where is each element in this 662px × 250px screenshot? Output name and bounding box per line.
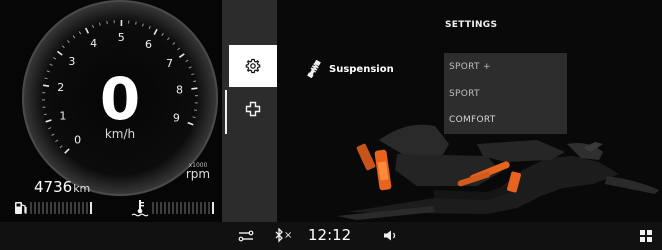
mode-option-sport-plus[interactable]: SPORT + <box>449 54 564 80</box>
mode-option-comfort[interactable]: COMFORT <box>449 107 564 133</box>
rpm-unit-label: rpm <box>185 167 211 181</box>
level-segment <box>70 202 72 214</box>
dial-minor-tick <box>44 77 48 80</box>
settings-panel: SETTINGS Suspension SPORT + SPORT COMFOR… <box>277 0 662 222</box>
dial-major-tick <box>191 87 198 90</box>
instrument-cluster: 0123456789 0 km/h x1000 rpm 4736km <box>0 0 222 222</box>
dial-number-7: 7 <box>166 57 173 70</box>
dial-number-5: 5 <box>118 31 125 44</box>
level-segment <box>66 202 68 214</box>
level-segment <box>156 202 158 214</box>
menu-item-settings[interactable] <box>229 45 277 87</box>
dial-number-8: 8 <box>176 84 183 97</box>
bluetooth-icon[interactable] <box>275 228 284 243</box>
apps-grid-icon[interactable] <box>640 230 652 242</box>
dial-number-1: 1 <box>59 109 66 122</box>
side-menu <box>222 0 277 222</box>
coolant-temperature-icon <box>131 200 149 217</box>
level-segment <box>62 202 64 214</box>
level-segment <box>184 202 186 214</box>
menu-scroll-indicator <box>225 90 227 134</box>
level-segment <box>54 202 56 214</box>
level-segment <box>50 202 52 214</box>
coolant-level-bar <box>152 202 214 214</box>
dial-number-4: 4 <box>90 37 97 50</box>
dial-minor-tick <box>43 113 47 116</box>
odometer-unit: km <box>73 182 91 195</box>
suspension-setting[interactable]: Suspension <box>307 60 394 78</box>
gear-icon <box>245 58 261 74</box>
level-segment <box>164 202 166 214</box>
level-segment <box>152 202 154 214</box>
fuel-pump-icon <box>15 202 27 214</box>
status-bar: × 12:12 <box>0 222 662 250</box>
level-segment <box>176 202 178 214</box>
volume-icon[interactable] <box>383 229 399 242</box>
connection-status-icon[interactable] <box>238 230 254 242</box>
dial-minor-tick <box>135 21 137 25</box>
shock-absorber-icon <box>307 60 321 78</box>
dial-major-tick <box>42 84 50 87</box>
level-segment <box>172 202 174 214</box>
menu-item-add[interactable] <box>229 89 277 129</box>
dial-number-9: 9 <box>173 112 180 125</box>
level-segment <box>78 202 80 214</box>
dial-minor-tick <box>106 21 108 25</box>
level-segment <box>160 202 162 214</box>
suspension-label: Suspension <box>329 63 394 75</box>
suspension-mode-dropdown: SPORT + SPORT COMFORT <box>444 53 567 134</box>
mode-option-sport[interactable]: SPORT <box>449 81 564 107</box>
plus-outline-icon <box>245 101 261 117</box>
speed-readout: 0 <box>99 65 141 133</box>
dial-minor-tick <box>193 80 197 83</box>
level-segment <box>86 202 88 214</box>
level-segment <box>208 202 210 214</box>
level-segment <box>46 202 48 214</box>
dial-number-6: 6 <box>145 38 152 51</box>
dial-number-0: 0 <box>74 133 81 146</box>
level-segment <box>200 202 202 214</box>
level-end-marker <box>90 202 92 214</box>
level-segment <box>58 202 60 214</box>
dial-number-2: 2 <box>57 81 64 94</box>
level-segment <box>34 202 36 214</box>
level-segment <box>42 202 44 214</box>
level-segment <box>204 202 206 214</box>
odometer-value: 4736 <box>34 178 73 196</box>
dial-minor-tick <box>194 109 198 111</box>
level-segment <box>30 202 32 214</box>
bluetooth-disconnected-mark: × <box>284 230 293 241</box>
level-segment <box>82 202 84 214</box>
dial-number-3: 3 <box>68 55 75 68</box>
vehicle-display-screen: 0123456789 0 km/h x1000 rpm 4736km SETTI… <box>0 0 662 250</box>
level-segment <box>180 202 182 214</box>
level-end-marker <box>212 202 214 214</box>
odometer: 4736km <box>34 178 90 196</box>
level-segment <box>192 202 194 214</box>
page-title: SETTINGS <box>445 20 498 30</box>
fuel-level-bar <box>30 202 92 214</box>
level-segment <box>74 202 76 214</box>
level-segment <box>196 202 198 214</box>
level-segment <box>168 202 170 214</box>
clock: 12:12 <box>308 226 352 244</box>
level-segment <box>188 202 190 214</box>
speed-unit-label: km/h <box>104 127 136 141</box>
level-segment <box>38 202 40 214</box>
